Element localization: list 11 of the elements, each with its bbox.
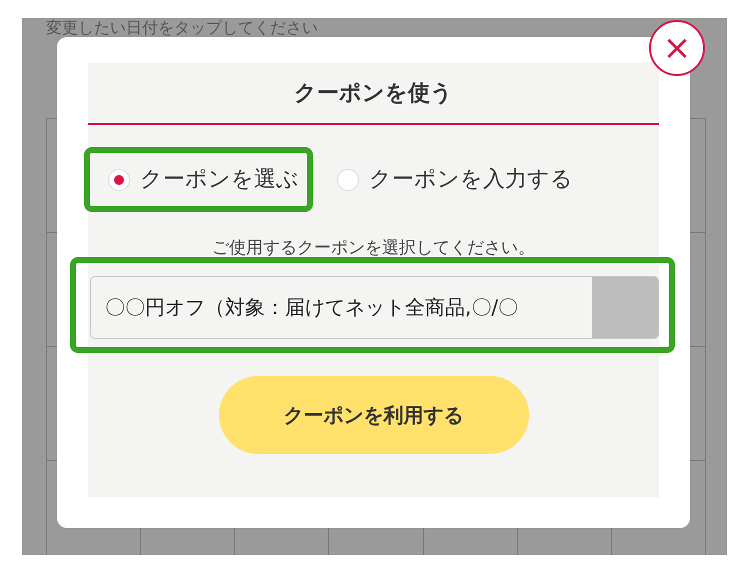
select-arrow-area[interactable] — [592, 276, 658, 338]
close-button[interactable]: × — [649, 20, 705, 76]
radio-button[interactable] — [337, 168, 359, 190]
prompt-text: ご使用するクーポンを選択してください。 — [212, 237, 535, 260]
use-coupon-button[interactable]: クーポンを利用する — [218, 376, 528, 454]
instruction-text: 変更したい日付をタップしてください — [46, 18, 319, 37]
radio-option[interactable]: クーポンを入力する — [317, 147, 591, 212]
radio-option[interactable]: クーポンを選ぶ — [88, 147, 317, 212]
dialog-title: クーポンを使う — [88, 63, 659, 125]
coupon-select[interactable]: 〇〇円オフ（対象：届けてネット全商品,〇/〇 — [90, 276, 659, 338]
radio-button[interactable] — [108, 168, 130, 190]
